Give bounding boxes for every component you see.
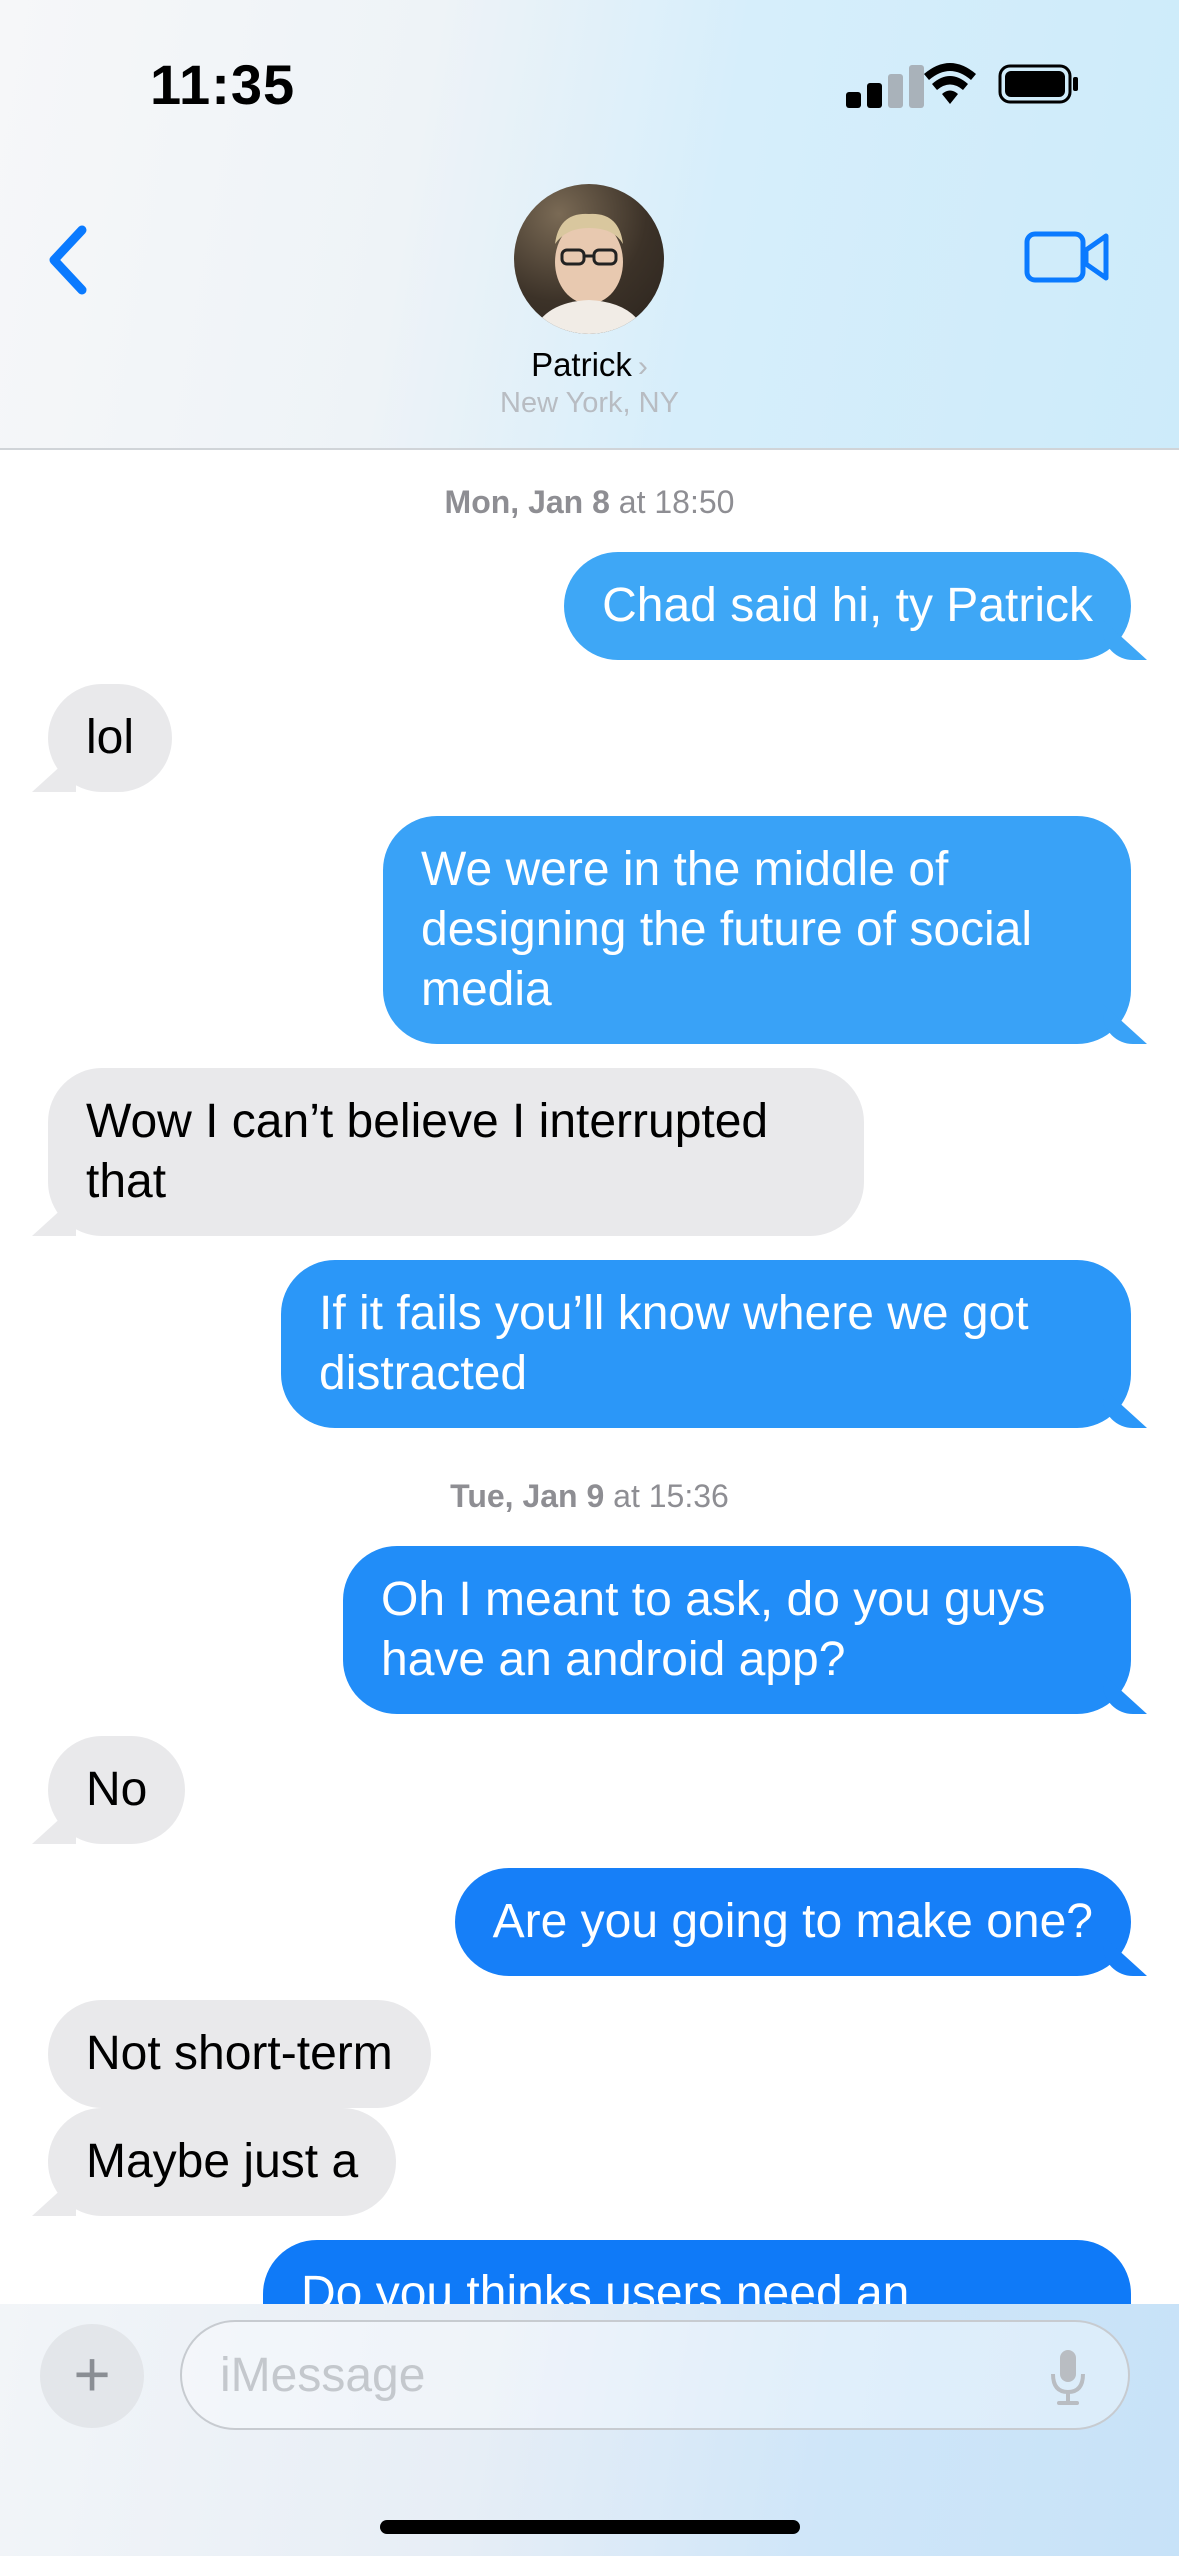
outgoing-message[interactable]: We were in the middle of designing the f… — [383, 816, 1131, 1044]
message-text: Are you going to make one? — [492, 1895, 1093, 1948]
contact-photo — [532, 213, 646, 334]
contact-location: New York, NY — [500, 387, 679, 419]
timestamp-time: at 18:50 — [609, 484, 735, 520]
status-time: 11:35 — [150, 53, 296, 116]
incoming-message[interactable]: Wow I can’t believe I interrupted that — [48, 1068, 864, 1236]
battery-icon — [998, 64, 1078, 104]
message-text: We were in the middle of designing the f… — [421, 843, 1033, 1016]
timestamp-day: Tue, Jan 9 — [450, 1478, 605, 1514]
chevron-right-icon: › — [637, 350, 648, 383]
contact-avatar[interactable] — [514, 184, 664, 334]
video-camera-icon[interactable] — [1024, 228, 1110, 286]
home-indicator[interactable] — [380, 2520, 800, 2534]
message-text: No — [86, 1763, 148, 1816]
incoming-message[interactable]: Not short-term — [48, 2000, 431, 2108]
message-text: Oh I meant to ask, do you guys have an a… — [381, 1573, 1046, 1686]
message-text: Wow I can’t believe I interrupted that — [86, 1095, 769, 1208]
message-text: Maybe just a — [86, 2135, 359, 2188]
outgoing-message[interactable]: Chad said hi, ty Patrick — [564, 552, 1131, 660]
message-text: If it fails you’ll know where we got dis… — [319, 1287, 1029, 1400]
message-text: Chad said hi, ty Patrick — [602, 579, 1093, 632]
incoming-message[interactable]: No — [48, 1736, 186, 1844]
back-chevron-icon[interactable] — [40, 220, 100, 300]
message-text: Not short-term — [86, 2027, 393, 2080]
plus-icon[interactable]: + — [40, 2324, 144, 2428]
outgoing-message[interactable]: Are you going to make one? — [454, 1868, 1131, 1976]
message-input-placeholder: iMessage — [220, 2349, 426, 2402]
message-input[interactable]: iMessage — [180, 2320, 1130, 2430]
conversation-header: 11:35 Patrick › New York, NY — [0, 0, 1179, 450]
incoming-message[interactable]: Maybe just a — [48, 2108, 397, 2216]
microphone-icon[interactable] — [1048, 2348, 1088, 2406]
message-text: lol — [86, 711, 135, 764]
incoming-message[interactable]: lol — [48, 684, 173, 792]
timestamp: Tue, Jan 9 at 15:36 — [0, 1478, 1179, 1515]
outgoing-message[interactable]: Oh I meant to ask, do you guys have an a… — [343, 1546, 1131, 1714]
timestamp: Mon, Jan 8 at 18:50 — [0, 484, 1179, 521]
wifi-icon — [924, 63, 976, 104]
timestamp-day: Mon, Jan 8 — [444, 484, 610, 520]
timestamp-time: at 15:36 — [604, 1478, 729, 1514]
outgoing-message[interactable]: If it fails you’ll know where we got dis… — [281, 1260, 1131, 1428]
contact-name-label: Patrick — [531, 346, 632, 383]
contact-name[interactable]: Patrick › — [0, 346, 1179, 384]
